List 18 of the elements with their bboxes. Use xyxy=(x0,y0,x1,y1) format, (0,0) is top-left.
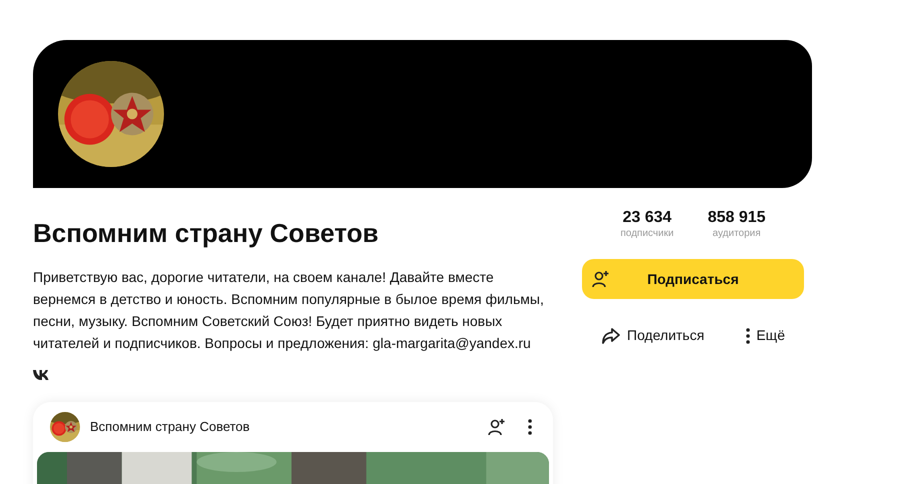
more-button[interactable]: Ещё xyxy=(746,325,785,346)
more-icon xyxy=(528,419,532,435)
channel-description: Приветствую вас, дорогие читатели, на своем канале! Давайте вместе вернемся в детство и юность. Вспомним популярные в былое время фильмы, песни, музыку. Вспомним Советский Союз! Будет приятно видеть новых читателей и подписчиков. Вопросы и предложения: gla-margarita@yandex.ru xyxy=(33,268,545,353)
subscribe-button[interactable]: Подписаться xyxy=(582,259,804,299)
post-channel-name[interactable]: Вспомним страну Советов xyxy=(90,417,250,437)
subscribe-icon-button[interactable] xyxy=(488,418,506,436)
stat-label: подписчики xyxy=(620,228,674,240)
channel-title: Вспомним страну Советов xyxy=(33,217,380,250)
add-user-icon xyxy=(488,418,506,436)
more-button[interactable] xyxy=(528,419,532,435)
stat-value: 858 915 xyxy=(708,208,766,228)
more-icon xyxy=(746,328,750,344)
share-button[interactable]: Поделиться xyxy=(601,325,704,346)
share-icon xyxy=(601,326,621,344)
vk-icon[interactable] xyxy=(33,370,49,380)
stat-value: 23 634 xyxy=(622,208,672,228)
stat-label: аудитория xyxy=(712,228,761,240)
add-user-icon xyxy=(592,270,610,288)
